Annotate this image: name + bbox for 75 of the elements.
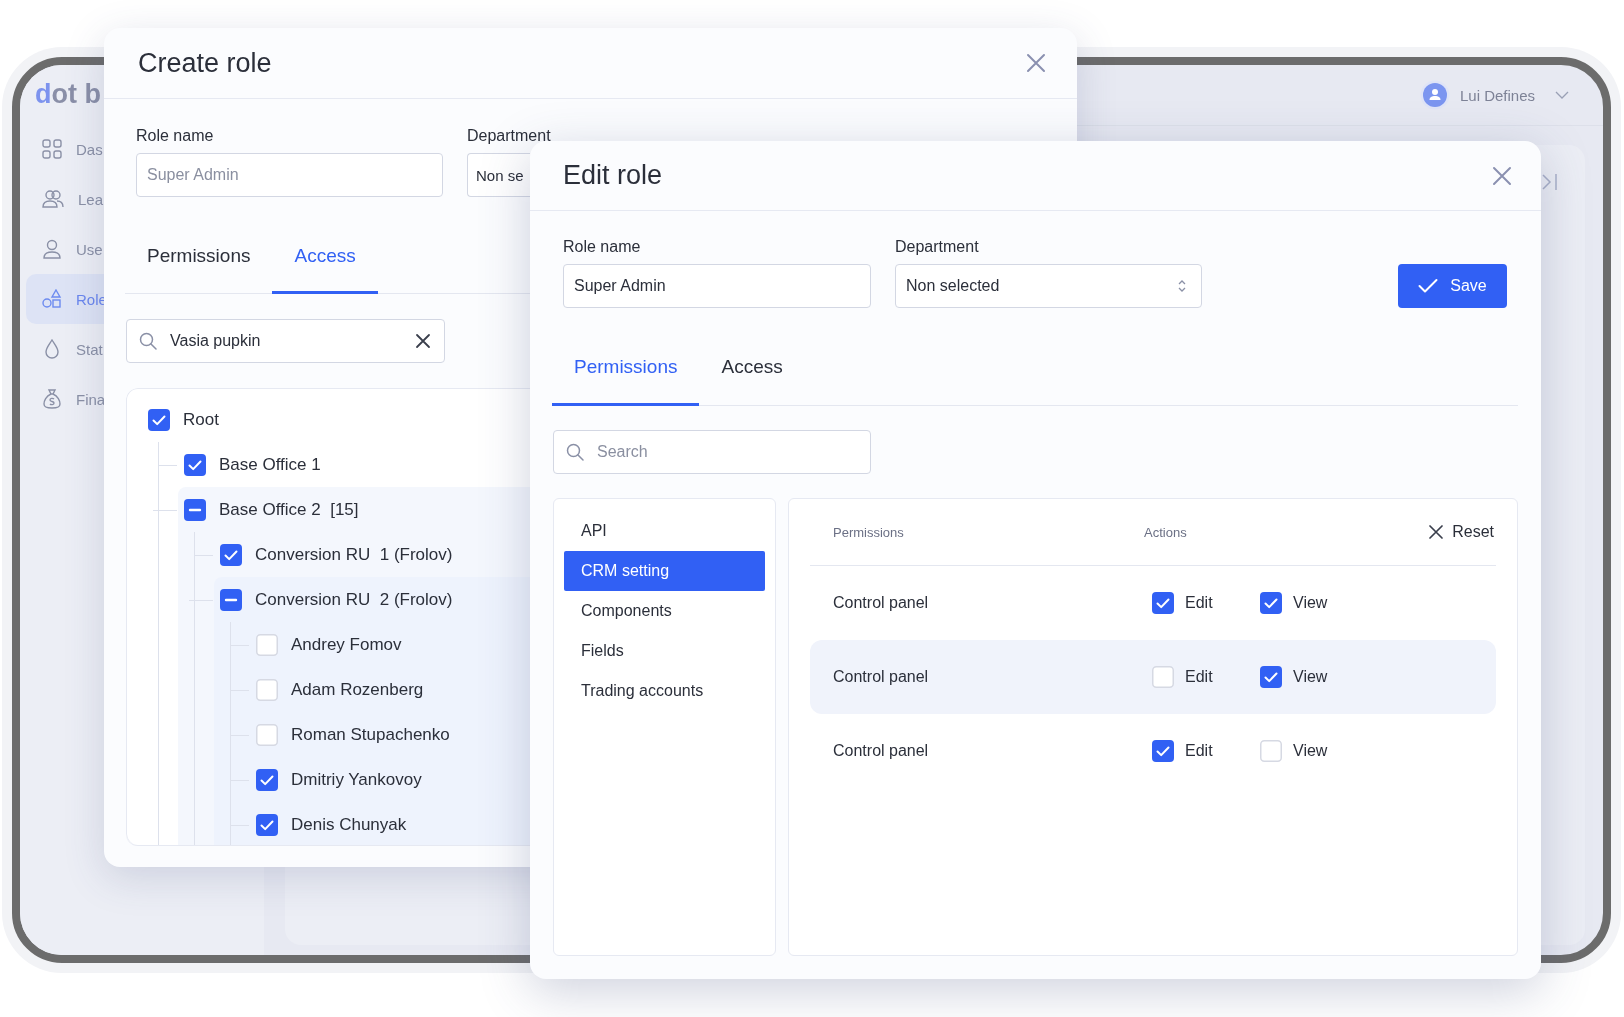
- person-icon: [42, 239, 62, 259]
- checkbox[interactable]: [256, 768, 278, 791]
- checkbox[interactable]: [256, 723, 278, 746]
- field-label: Department: [895, 238, 980, 256]
- checkbox-label: Edit: [1185, 742, 1213, 760]
- tree-item-label: Conversion RU 2 (Frolov): [255, 589, 453, 610]
- category-item[interactable]: Trading accounts: [564, 671, 765, 711]
- close-icon: [1429, 525, 1444, 539]
- drop-icon: [42, 339, 62, 359]
- logo: dot b: [34, 78, 101, 111]
- tree-item-label: Base Office 2 [15]: [219, 499, 359, 520]
- checkbox[interactable]: [256, 633, 278, 656]
- checkbox[interactable]: [220, 588, 242, 611]
- category-item[interactable]: CRM setting: [564, 551, 765, 591]
- checkbox-label: View: [1293, 742, 1328, 760]
- search-icon: [139, 332, 157, 350]
- checkbox-label: View: [1293, 668, 1328, 686]
- checkbox[interactable]: [256, 813, 278, 836]
- checkbox[interactable]: [1260, 666, 1282, 688]
- field-label: Role name: [563, 238, 642, 256]
- dialog-title: Edit role: [563, 160, 663, 191]
- tree-item-label: Root: [183, 409, 219, 430]
- category-item[interactable]: Components: [564, 591, 765, 631]
- tree-item-label: Dmitriy Yankovoy: [291, 769, 422, 790]
- close-icon[interactable]: [1491, 164, 1513, 187]
- sort-icon: [1177, 278, 1187, 294]
- checkbox[interactable]: [256, 678, 278, 701]
- field-label: Role name: [136, 127, 215, 145]
- tab[interactable]: Permissions: [125, 221, 273, 294]
- dialog-title: Create role: [138, 47, 272, 79]
- checkbox[interactable]: [184, 453, 206, 476]
- category-item[interactable]: Fields: [564, 631, 765, 671]
- check-icon: [1418, 278, 1439, 294]
- tree-item-label: Conversion RU 1 (Frolov): [255, 544, 453, 565]
- tree-item-label: Andrey Fomov: [291, 634, 402, 655]
- avatar-icon[interactable]: [1419, 80, 1450, 110]
- clear-icon[interactable]: [415, 333, 431, 349]
- checkbox[interactable]: [220, 543, 242, 566]
- checkbox[interactable]: [1260, 740, 1282, 762]
- department-select[interactable]: Non selected: [895, 264, 1202, 308]
- role-name-field[interactable]: Super Admin: [136, 153, 443, 197]
- save-button[interactable]: Save: [1398, 264, 1507, 308]
- reset-button[interactable]: Reset: [1429, 523, 1496, 541]
- checkbox[interactable]: [1152, 592, 1174, 614]
- category-item[interactable]: API: [564, 511, 765, 551]
- checkbox-label: Edit: [1185, 594, 1213, 612]
- search-field[interactable]: Vasia pupkin: [126, 319, 445, 363]
- tree-item-label: Denis Chunyak: [291, 814, 407, 835]
- column-header: Permissions: [833, 524, 905, 540]
- tab[interactable]: Access: [272, 221, 378, 294]
- checkbox-label: View: [1293, 594, 1328, 612]
- permission-name: Control panel: [833, 594, 930, 612]
- role-name-field[interactable]: Super Admin: [563, 264, 871, 308]
- checkbox[interactable]: [148, 408, 170, 431]
- checkbox[interactable]: [1260, 592, 1282, 614]
- people-icon: [42, 189, 64, 209]
- tree-item-label: Base Office 1: [219, 454, 321, 475]
- checkbox[interactable]: [1152, 740, 1174, 762]
- checkbox-label: Edit: [1185, 668, 1213, 686]
- department-field[interactable]: Non se: [467, 153, 530, 197]
- permission-name: Control panel: [833, 742, 930, 760]
- checkbox[interactable]: [184, 498, 206, 521]
- shapes-icon: [42, 289, 62, 309]
- permission-name: Control panel: [833, 668, 930, 686]
- search-field[interactable]: Search: [553, 430, 871, 474]
- tree-item-label: Adam Rozenberg: [291, 679, 424, 700]
- column-header: Actions: [1144, 524, 1187, 540]
- tab[interactable]: Permissions: [552, 330, 700, 406]
- tree-item-label: Roman Stupachenko: [291, 724, 450, 745]
- money-bag-icon: [42, 389, 62, 409]
- checkbox[interactable]: [1152, 666, 1174, 688]
- grid-icon: [42, 139, 62, 159]
- close-icon[interactable]: [1025, 52, 1047, 74]
- field-label: Department: [467, 127, 551, 145]
- tab[interactable]: Access: [699, 330, 805, 406]
